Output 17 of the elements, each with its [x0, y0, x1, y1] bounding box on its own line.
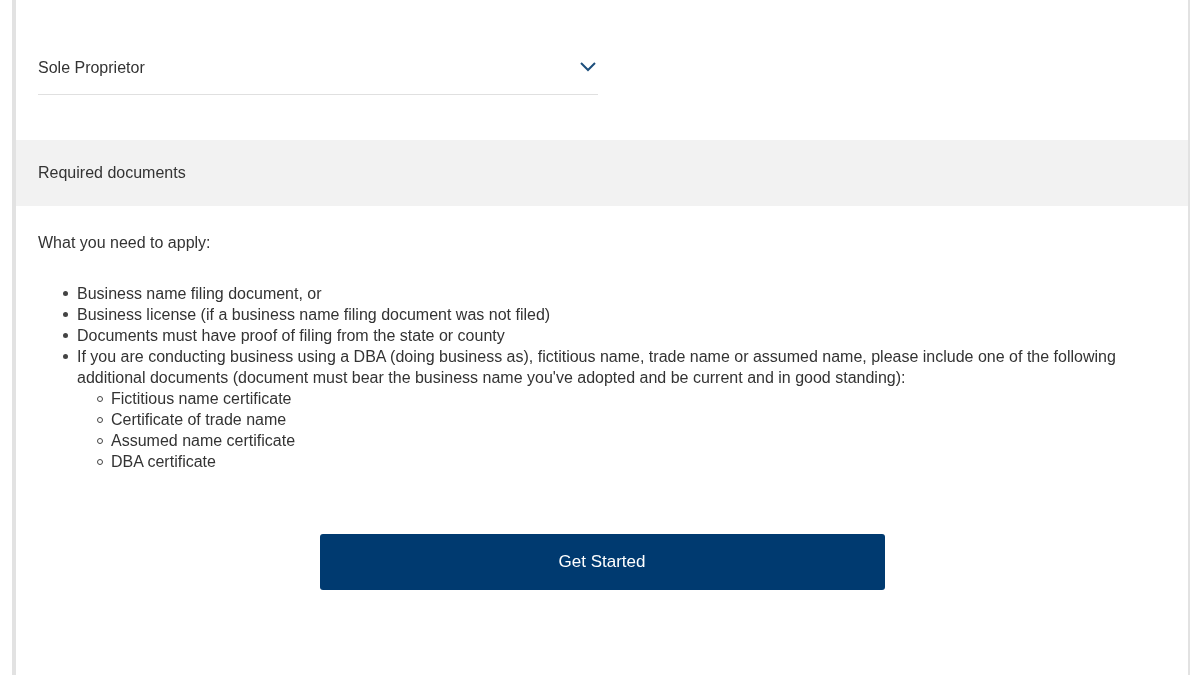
- list-item-text: Business license (if a business name filing document was not filed): [77, 305, 551, 325]
- bullet-icon: [63, 333, 68, 338]
- list-item-text: Certificate of trade name: [111, 410, 287, 430]
- list-item-text: Documents must have proof of filing from the state or county: [77, 326, 505, 346]
- list-item-text: Fictitious name certificate: [111, 389, 292, 409]
- list-item-text: Assumed name certificate: [111, 431, 296, 451]
- chevron-down-icon: [580, 62, 596, 72]
- bullet-icon: [63, 291, 68, 296]
- dropdown-field[interactable]: Sole Proprietor: [38, 52, 598, 95]
- bullet-icon: [63, 312, 68, 317]
- list-item-text: Business name filing document, or: [77, 284, 322, 304]
- section-heading: Required documents: [38, 163, 186, 183]
- intro-text: What you need to apply:: [38, 233, 212, 253]
- bullet-icon: [63, 354, 68, 359]
- list-item-text: If you are conducting business using a DBA (doing business as), fictitious name, trade name or assumed name, please include one of the following additional documents (document must bear the business name you've adopted and be current and in good standing):: [77, 347, 1117, 388]
- get-started-button[interactable]: Get Started: [319, 534, 885, 590]
- list-item-text: DBA certificate: [111, 452, 216, 472]
